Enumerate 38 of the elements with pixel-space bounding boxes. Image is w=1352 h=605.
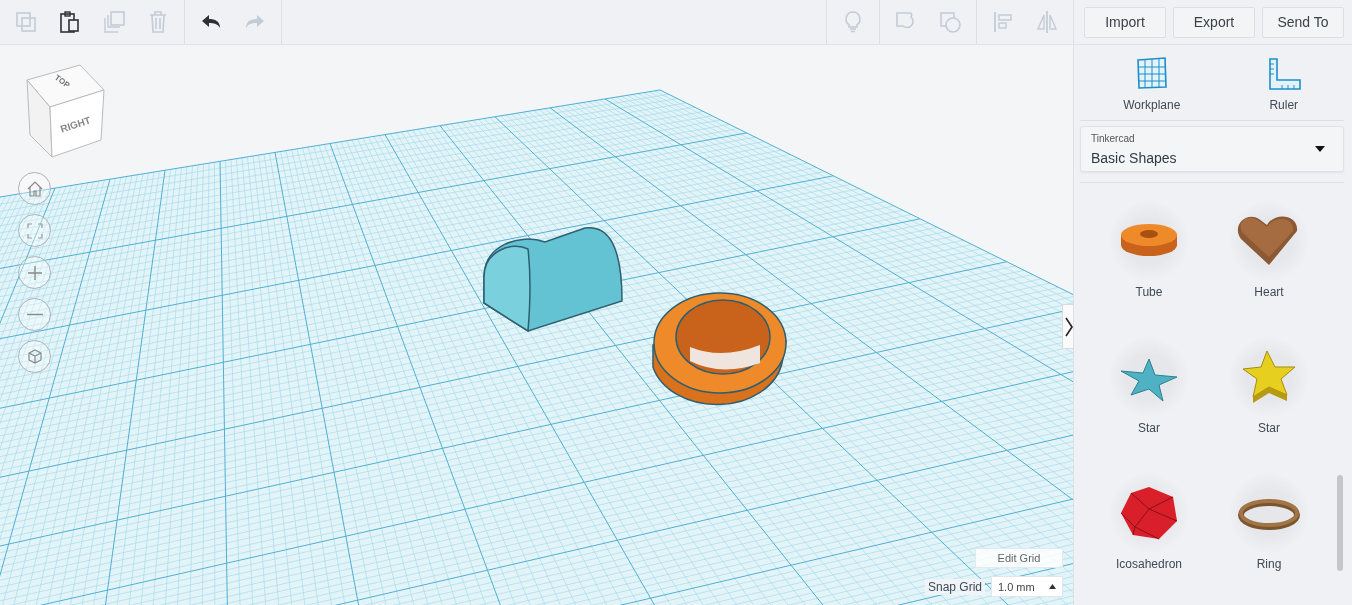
chevron-icon: [1064, 316, 1073, 337]
copy-icon: [14, 10, 38, 34]
action-button[interactable]: Export: [1173, 6, 1255, 38]
view-cube[interactable]: [26, 64, 105, 158]
clipboard-icon: [58, 10, 82, 34]
mirror-icon: [1035, 10, 1059, 34]
home-button[interactable]: [18, 172, 51, 205]
action-button[interactable]: Import: [1084, 6, 1166, 38]
zoom-out-button[interactable]: [18, 298, 51, 331]
cube-face-label[interactable]: TOP: [52, 73, 72, 90]
shape-tile[interactable]: Ring: [1209, 473, 1329, 605]
collapse-panel-button[interactable]: [1062, 304, 1073, 349]
scrollbar[interactable]: [1337, 475, 1343, 571]
tube-shape[interactable]: [652, 292, 787, 406]
ungroup-icon: [938, 10, 962, 34]
caret-icon: [1049, 584, 1056, 589]
cube-button[interactable]: [18, 340, 51, 373]
cube-face-label[interactable]: RIGHT: [59, 114, 93, 135]
duplicate-icon: [102, 10, 126, 34]
action-button[interactable]: Send To: [1262, 6, 1344, 38]
shape-tile[interactable]: Heart: [1209, 201, 1329, 333]
workplane-button[interactable]: Workplane: [1117, 55, 1187, 114]
fit-view-button[interactable]: [18, 214, 51, 247]
library-dropdown[interactable]: Tinkercad Basic Shapes: [1080, 126, 1344, 172]
workplane-icon: [1134, 57, 1169, 91]
zoom-in-button[interactable]: [18, 256, 51, 289]
ruler-button[interactable]: Ruler: [1260, 55, 1307, 114]
half-cylinder-shape[interactable]: [483, 227, 623, 332]
ruler-icon: [1266, 57, 1301, 91]
caret-icon: [1315, 146, 1325, 152]
snap-grid-select[interactable]: 1.0 mm: [991, 576, 1063, 597]
zoom-out-icon: [26, 313, 43, 316]
shape-tile[interactable]: Icosahedron: [1089, 473, 1209, 605]
shape-tile[interactable]: Tube: [1089, 201, 1209, 333]
edit-grid-button[interactable]: Edit Grid: [975, 548, 1063, 568]
shape-tile[interactable]: Star: [1209, 337, 1329, 469]
align-icon: [991, 10, 1015, 34]
shape-tile[interactable]: Star: [1089, 337, 1209, 469]
